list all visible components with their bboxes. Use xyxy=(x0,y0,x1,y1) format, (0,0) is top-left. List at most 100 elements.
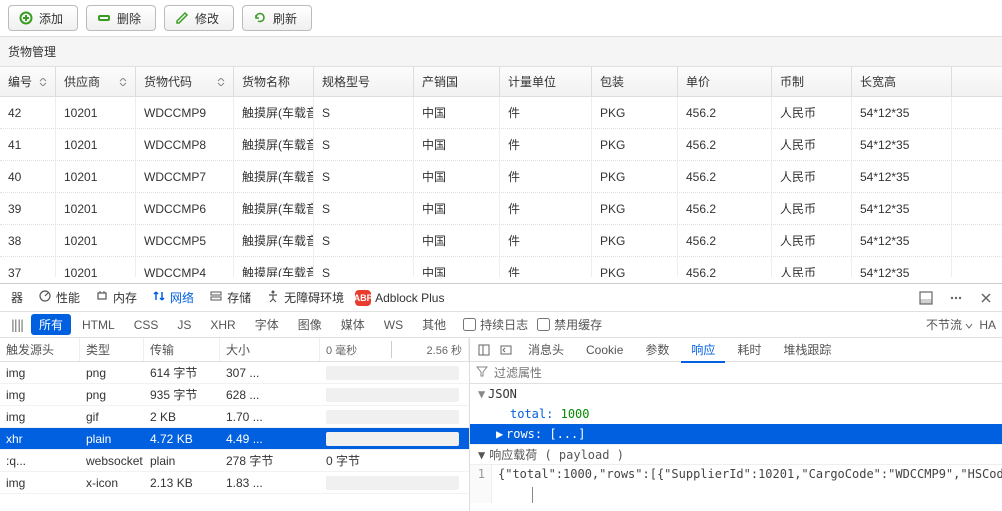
cell-pkg: PKG xyxy=(592,161,678,192)
tab-stack[interactable]: 堆栈跟踪 xyxy=(773,338,841,361)
add-button[interactable]: 添加 xyxy=(8,5,78,31)
col-price[interactable]: 单价 xyxy=(678,67,772,96)
cell-country: 中国 xyxy=(414,129,500,160)
req-type: png xyxy=(80,388,144,402)
filter-html[interactable]: HTML xyxy=(74,316,123,334)
refresh-label: 刷新 xyxy=(273,10,297,27)
tab-adblock[interactable]: ABPAdblock Plus xyxy=(352,286,451,310)
cell-id: 42 xyxy=(0,97,56,128)
tab-timing[interactable]: 耗时 xyxy=(727,338,771,361)
tab-a11y[interactable]: 无障碍环境 xyxy=(259,285,351,310)
table-row[interactable]: 3910201WDCCMP6触摸屏(车载音S中国件PKG456.2人民币54*1… xyxy=(0,193,1002,225)
filter-media[interactable]: 媒体 xyxy=(333,314,373,335)
cell-name: 触摸屏(车载音 xyxy=(234,193,314,224)
col-initiator[interactable]: 触发源头 xyxy=(0,338,80,361)
cell-dim: 54*12*35 xyxy=(852,193,952,224)
filter-ws[interactable]: WS xyxy=(376,316,411,334)
filter-js[interactable]: JS xyxy=(169,316,199,334)
edit-button[interactable]: 修改 xyxy=(164,5,234,31)
tab-storage[interactable]: 存储 xyxy=(202,285,258,310)
tab-cookie[interactable]: Cookie xyxy=(576,340,633,360)
tab-truncated[interactable]: 器 xyxy=(4,285,30,310)
json-tree[interactable]: ▼JSON total: 1000 ▶rows: [...] ▼响应载荷 ( p… xyxy=(470,384,1002,511)
col-code[interactable]: 货物代码 xyxy=(136,67,234,96)
grid-body[interactable]: 4210201WDCCMP9触摸屏(车载音S中国件PKG456.2人民币54*1… xyxy=(0,97,1002,277)
har-button[interactable]: HA xyxy=(979,318,996,332)
persist-log-checkbox[interactable]: 持续日志 xyxy=(463,316,528,333)
tree-json-root[interactable]: ▼JSON xyxy=(470,384,1002,404)
tab-response[interactable]: 响应 xyxy=(681,338,725,363)
col-supplier[interactable]: 供应商 xyxy=(56,67,136,96)
tab-performance[interactable]: 性能 xyxy=(31,285,87,310)
col-unit[interactable]: 计量单位 xyxy=(500,67,592,96)
filter-all[interactable]: 所有 xyxy=(31,314,71,335)
col-currency[interactable]: 币制 xyxy=(772,67,852,96)
req-initiator: img xyxy=(0,388,80,402)
delete-button[interactable]: 删除 xyxy=(86,5,156,31)
request-row[interactable]: xhrplain4.72 KB4.49 ... xyxy=(0,428,469,450)
col-timeline[interactable]: 0 毫秒 2.56 秒 xyxy=(320,338,469,361)
tab-network[interactable]: 网络 xyxy=(145,285,201,310)
raw-toggle-icon[interactable] xyxy=(496,340,516,360)
col-dim[interactable]: 长宽高 xyxy=(852,67,952,96)
cell-code: WDCCMP6 xyxy=(136,193,234,224)
cell-code: WDCCMP5 xyxy=(136,225,234,256)
tab-headers[interactable]: 消息头 xyxy=(518,338,574,361)
close-icon[interactable] xyxy=(974,286,998,310)
col-spec[interactable]: 规格型号 xyxy=(314,67,414,96)
payload-text[interactable]: {"total":1000,"rows":[{"SupplierId":1020… xyxy=(492,465,1002,483)
filter-other[interactable]: 其他 xyxy=(414,314,454,335)
grid-header: 编号 供应商 货物代码 货物名称 规格型号 产销国 计量单位 包装 单价 币制 … xyxy=(0,67,1002,97)
pause-icon[interactable]: ‖‖ xyxy=(6,318,28,332)
cell-name: 触摸屏(车载音 xyxy=(234,225,314,256)
request-rows[interactable]: imgpng614 字节307 ...imgpng935 字节628 ...im… xyxy=(0,362,469,511)
filter-input[interactable] xyxy=(494,366,996,380)
tab-memory[interactable]: 内存 xyxy=(88,285,144,310)
col-pkg[interactable]: 包装 xyxy=(592,67,678,96)
table-row[interactable]: 4210201WDCCMP9触摸屏(车载音S中国件PKG456.2人民币54*1… xyxy=(0,97,1002,129)
request-row[interactable]: imggif2 KB1.70 ... xyxy=(0,406,469,428)
table-row[interactable]: 4010201WDCCMP7触摸屏(车载音S中国件PKG456.2人民币54*1… xyxy=(0,161,1002,193)
throttle-select[interactable]: 不节流 xyxy=(926,316,973,333)
cell-price: 456.2 xyxy=(678,97,772,128)
table-row[interactable]: 4110201WDCCMP8触摸屏(车载音S中国件PKG456.2人民币54*1… xyxy=(0,129,1002,161)
req-initiator: img xyxy=(0,476,80,490)
refresh-button[interactable]: 刷新 xyxy=(242,5,312,31)
dock-icon[interactable] xyxy=(914,286,938,310)
tab-params[interactable]: 参数 xyxy=(635,338,679,361)
more-icon[interactable] xyxy=(944,286,968,310)
filter-xhr[interactable]: XHR xyxy=(202,316,243,334)
tree-total[interactable]: total: 1000 xyxy=(470,404,1002,424)
table-row[interactable]: 3710201WDCCMP4触摸屏(车载音S中国件PKG456.2人民币54*1… xyxy=(0,257,1002,277)
col-type[interactable]: 类型 xyxy=(80,338,144,361)
response-tabs: 消息头 Cookie 参数 响应 耗时 堆栈跟踪 xyxy=(470,338,1002,362)
request-row[interactable]: imgpng935 字节628 ... xyxy=(0,384,469,406)
col-id[interactable]: 编号 xyxy=(0,67,56,96)
request-row[interactable]: :q...websocketplain 278 字节0 字节 xyxy=(0,450,469,472)
req-waterfall xyxy=(320,476,469,490)
cell-dim: 54*12*35 xyxy=(852,129,952,160)
col-name[interactable]: 货物名称 xyxy=(234,67,314,96)
filter-img[interactable]: 图像 xyxy=(290,314,330,335)
req-size: 278 字节 xyxy=(220,452,320,469)
disable-cache-checkbox[interactable]: 禁用缓存 xyxy=(537,316,602,333)
cell-dim: 54*12*35 xyxy=(852,97,952,128)
cell-price: 456.2 xyxy=(678,193,772,224)
request-row[interactable]: imgpng614 字节307 ... xyxy=(0,362,469,384)
toggle-pane-icon[interactable] xyxy=(474,340,494,360)
col-country[interactable]: 产销国 xyxy=(414,67,500,96)
request-row[interactable]: imgx-icon2.13 KB1.83 ... xyxy=(0,472,469,494)
payload-header[interactable]: ▼响应载荷 ( payload ) xyxy=(470,444,1002,464)
cell-id: 40 xyxy=(0,161,56,192)
filter-css[interactable]: CSS xyxy=(126,316,167,334)
filter-font[interactable]: 字体 xyxy=(247,314,287,335)
cell-code: WDCCMP8 xyxy=(136,129,234,160)
toolbar: 添加 删除 修改 刷新 xyxy=(0,0,1002,36)
cell-country: 中国 xyxy=(414,161,500,192)
req-type: png xyxy=(80,366,144,380)
col-transfer[interactable]: 传输 xyxy=(144,338,220,361)
storage-icon xyxy=(209,289,223,306)
col-size[interactable]: 大小 xyxy=(220,338,320,361)
tree-rows[interactable]: ▶rows: [...] xyxy=(470,424,1002,444)
table-row[interactable]: 3810201WDCCMP5触摸屏(车载音S中国件PKG456.2人民币54*1… xyxy=(0,225,1002,257)
